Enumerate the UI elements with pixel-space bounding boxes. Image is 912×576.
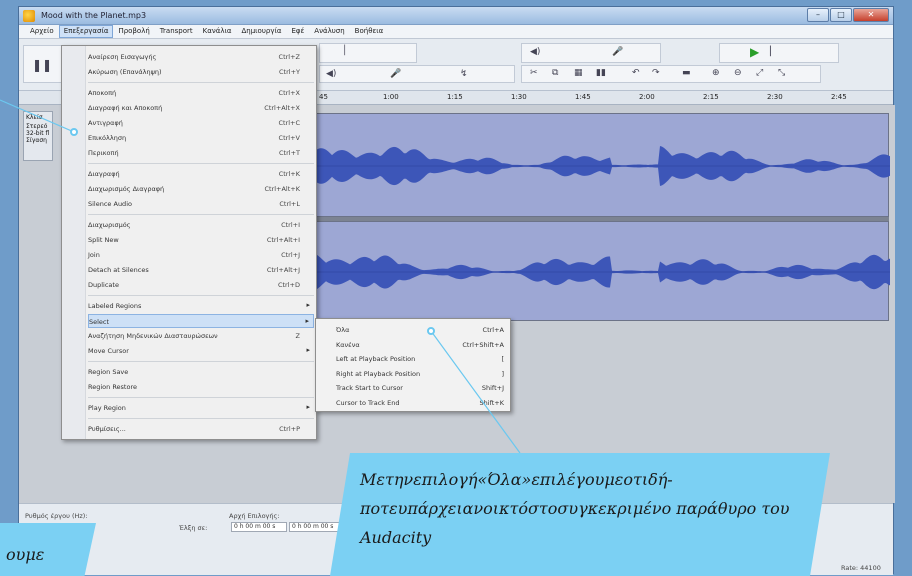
annotation-callout-main: Μετηνεπιλογή«Όλα»επιλέγουμεοτιδή-ποτευπά… [330, 453, 830, 576]
annotation-dot-left [70, 128, 78, 136]
leader-line-main [430, 330, 521, 454]
annotation-left-text: ουμε [6, 545, 45, 564]
annotation-callout-left: ουμε [0, 523, 96, 576]
annotation-main-text: Μετηνεπιλογή«Όλα»επιλέγουμεοτιδή-ποτευπά… [360, 470, 790, 547]
leader-line-left [0, 99, 75, 133]
annotation-dot-main [427, 327, 435, 335]
